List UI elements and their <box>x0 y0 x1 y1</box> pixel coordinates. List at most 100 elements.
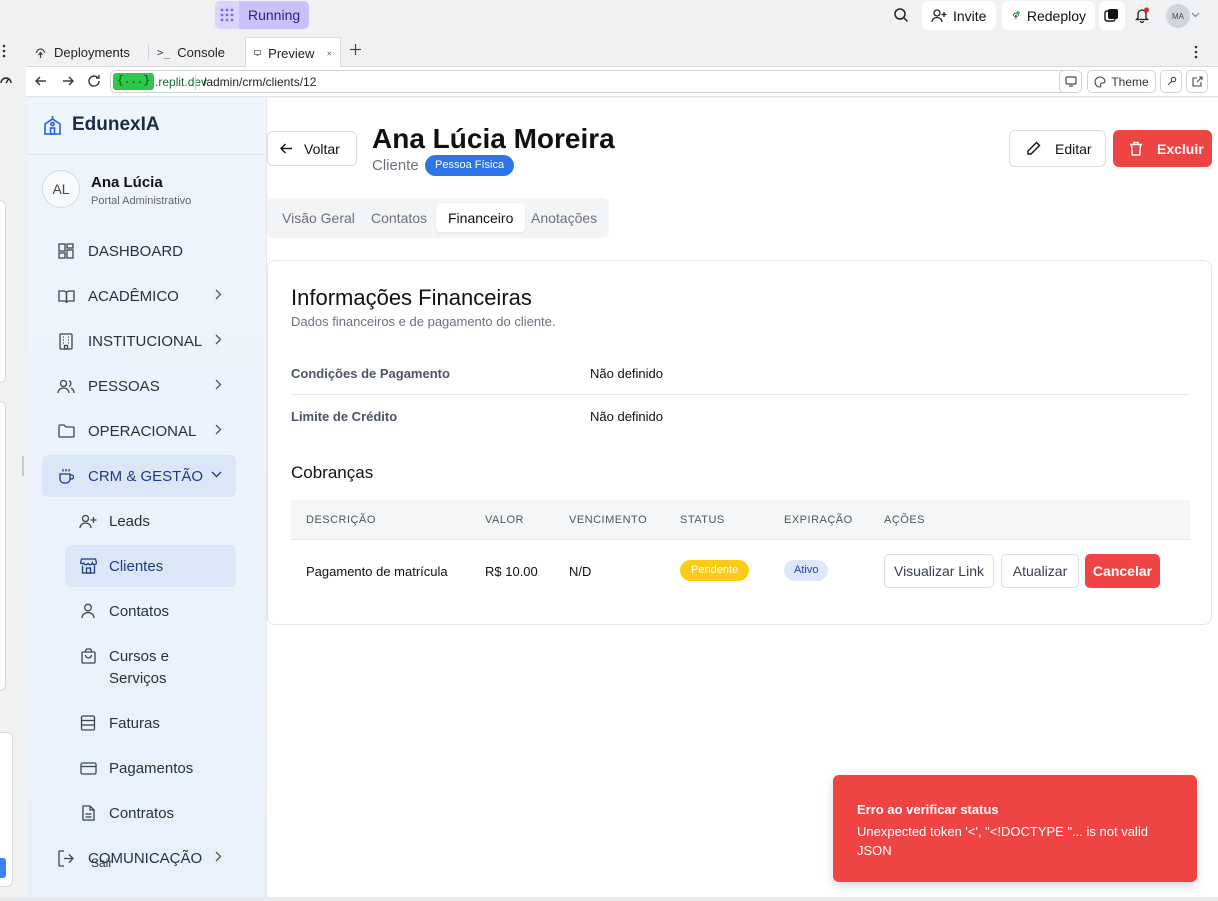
reload-icon[interactable] <box>87 74 101 88</box>
pencil-icon <box>1027 141 1041 155</box>
users-icon <box>56 379 76 394</box>
back-button[interactable]: Voltar <box>267 131 357 166</box>
tab-deployments[interactable]: Deployments <box>26 37 146 67</box>
card-title: Informações Financeiras <box>291 285 532 310</box>
tab-options-icon[interactable] <box>1194 45 1198 59</box>
update-button[interactable]: Atualizar <box>1001 554 1079 588</box>
sidebar-item-leads[interactable]: Leads <box>65 500 236 542</box>
trash-icon <box>1130 141 1142 156</box>
view-link-button[interactable]: Visualizar Link <box>884 554 994 588</box>
layout-toggle-icon[interactable] <box>1099 1 1125 30</box>
book-open-icon <box>56 289 76 304</box>
school-icon <box>44 115 61 135</box>
error-toast[interactable]: Erro ao verificar status Unexpected toke… <box>833 775 1197 882</box>
more-options-icon[interactable] <box>2 44 6 58</box>
sidebar-item-cursos-servicos[interactable]: Cursos e Serviços <box>65 636 236 696</box>
user-role: Portal Administrativo <box>91 195 192 207</box>
run-status-button[interactable]: Running <box>239 1 310 29</box>
row-divider <box>291 394 1190 395</box>
back-arrow-icon[interactable] <box>35 75 47 87</box>
page-subtitle: Cliente <box>372 157 419 174</box>
credit-card-icon <box>78 761 98 775</box>
account-chevron-down-icon[interactable] <box>1188 5 1202 25</box>
chevron-right-icon <box>215 851 222 862</box>
invite-label: Invite <box>953 7 987 24</box>
open-new-window-icon[interactable] <box>1186 70 1208 93</box>
sidebar-item-contatos[interactable]: Contatos <box>65 590 236 632</box>
gauge-icon[interactable] <box>0 74 12 86</box>
sidebar-item-label: Cursos e Serviços <box>109 648 170 687</box>
tab-console[interactable]: >_ Console <box>149 37 245 67</box>
tab-label: Console <box>177 44 225 60</box>
credit-limit-value: Não definido <box>590 409 663 424</box>
sidebar-item-pessoas[interactable]: PESSOAS <box>42 365 236 407</box>
sidebar-item-faturas[interactable]: Faturas <box>65 702 236 744</box>
column-header: DESCRIÇÃO <box>306 514 376 526</box>
sidebar-item-dashboard[interactable]: DASHBOARD <box>42 230 236 272</box>
chevron-right-icon <box>215 289 222 300</box>
url-field[interactable]: {...} .replit.dev /admin/crm/clients/12 <box>110 70 1080 93</box>
tab-preview[interactable]: Preview <box>245 37 341 68</box>
invite-button[interactable]: Invite <box>922 1 996 30</box>
store-icon <box>78 558 98 574</box>
left-panel-indicator[interactable] <box>0 858 6 878</box>
sidebar-item-label: Pagamentos <box>109 759 194 777</box>
redeploy-button[interactable]: Redeploy <box>1002 1 1095 30</box>
sidebar-item-label: OPERACIONAL <box>88 422 197 440</box>
search-icon[interactable] <box>891 5 911 25</box>
edit-button[interactable]: Editar <box>1009 130 1106 167</box>
column-header: AÇÕES <box>884 514 926 526</box>
forward-arrow-icon[interactable] <box>62 75 74 87</box>
tab-anotacoes[interactable]: Anotações <box>519 203 609 232</box>
url-host-text: .replit.dev <box>155 74 208 89</box>
sidebar-item-label: Contratos <box>109 804 175 822</box>
logout-button[interactable]: Sair <box>91 856 112 870</box>
delete-button[interactable]: Excluir <box>1113 130 1212 167</box>
device-preview-icon[interactable] <box>1059 70 1082 93</box>
tab-visao-geral[interactable]: Visão Geral <box>270 203 367 232</box>
account-avatar[interactable]: MA <box>1166 4 1190 28</box>
theme-button[interactable]: Theme <box>1087 70 1156 93</box>
folder-icon <box>56 424 76 438</box>
left-panel-card <box>0 401 6 691</box>
payment-terms-value: Não definido <box>590 366 663 381</box>
user-plus-icon <box>78 514 98 529</box>
close-icon[interactable] <box>327 49 332 58</box>
sidebar-item-operacional[interactable]: OPERACIONAL <box>42 410 236 452</box>
sidebar-item-crm-gestao[interactable]: CRM & GESTÃO <box>42 455 236 497</box>
chevron-right-icon <box>215 424 222 435</box>
expiration-badge: Ativo <box>784 560 829 581</box>
sidebar-item-pagamentos[interactable]: Pagamentos <box>65 747 236 789</box>
preview-url-bar: {...} .replit.dev /admin/crm/clients/12 … <box>26 67 1218 97</box>
sidebar-item-contratos[interactable]: Contratos <box>65 792 236 834</box>
sidebar-item-academico[interactable]: ACADÊMICO <box>42 275 236 317</box>
tab-financeiro[interactable]: Financeiro <box>436 203 526 232</box>
sidebar-item-label: Leads <box>109 512 150 530</box>
brand[interactable]: EdunexIA <box>42 114 160 136</box>
detail-tabs: Visão Geral Contatos Financeiro Anotaçõe… <box>267 198 609 238</box>
sidebar-item-label: Clientes <box>109 557 164 575</box>
sidebar-item-comunicacao[interactable]: COMUNICAÇÃO <box>42 837 236 879</box>
user-avatar[interactable]: AL <box>42 170 80 208</box>
document-icon <box>78 805 98 821</box>
sidebar-item-label: CRM & GESTÃO <box>88 467 204 485</box>
column-header: VALOR <box>485 514 524 526</box>
sidebar-item-institucional[interactable]: INSTITUCIONAL <box>42 320 236 362</box>
devtools-wrench-icon[interactable] <box>1160 70 1182 93</box>
toast-title: Erro ao verificar status <box>857 802 999 817</box>
charge-due-date: N/D <box>569 564 592 579</box>
workspace-left-strip <box>0 36 26 901</box>
user-name: Ana Lúcia <box>91 174 163 191</box>
sidebar-item-clientes[interactable]: Clientes <box>65 545 236 587</box>
bottom-strip <box>0 897 1218 901</box>
terminal-icon: >_ <box>157 45 171 59</box>
user-icon <box>78 603 98 619</box>
sidebar-divider <box>27 154 267 155</box>
cancel-charge-button[interactable]: Cancelar <box>1085 554 1160 588</box>
notifications-icon[interactable] <box>1132 5 1152 25</box>
tab-contatos[interactable]: Contatos <box>359 203 439 232</box>
add-tab-icon[interactable] <box>350 44 361 55</box>
invoice-icon <box>78 715 98 731</box>
resize-handle[interactable] <box>22 456 24 476</box>
run-status-icon[interactable] <box>215 1 239 29</box>
